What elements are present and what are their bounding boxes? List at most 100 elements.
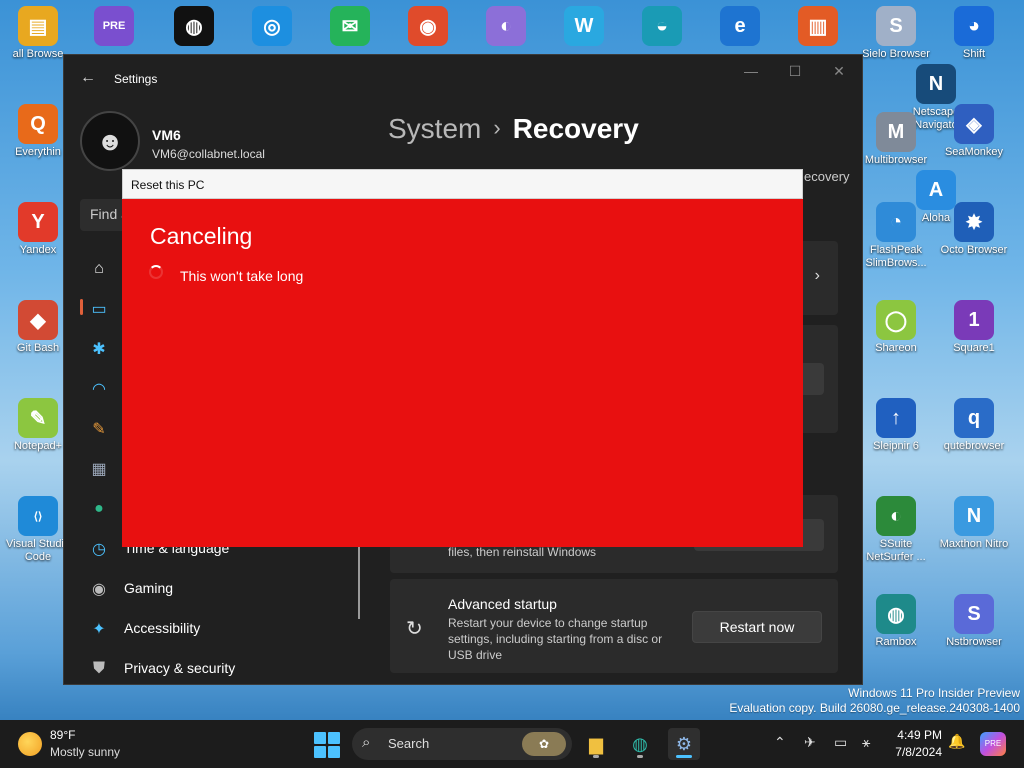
display-icon[interactable]: ▭ [834, 734, 847, 751]
sidebar-item[interactable]: ◉ Gaming [80, 570, 340, 606]
app-icon: ✉ [330, 6, 370, 46]
page-title: Recovery [512, 113, 639, 144]
app-taskbar-button[interactable]: ◍ [624, 728, 656, 760]
settings-titlebar: ← Settings — ☐ ✕ [64, 55, 862, 103]
desktop-shortcut-label: Sleipnir 6 [873, 440, 919, 452]
dialog-titlebar: Reset this PC [122, 169, 803, 199]
volume-icon[interactable]: ⚹ [862, 734, 870, 751]
windows-logo-icon [328, 746, 340, 758]
nav-icon: ▦ [91, 461, 107, 478]
breadcrumb: System › Recovery [388, 113, 639, 145]
desktop-shortcut-label: SeaMonkey [944, 146, 1004, 158]
desktop-shortcut[interactable]: ✉ [312, 6, 388, 48]
search-icon: ⌕ [362, 734, 371, 751]
app-icon: ↑ [876, 398, 916, 438]
chevron-up-icon[interactable]: ⌃ [774, 734, 786, 751]
active-indicator [676, 755, 692, 758]
sidebar-item-label: Privacy & security [124, 660, 236, 676]
window-title: Settings [114, 72, 158, 86]
desktop-shortcut-label: qutebrowser [943, 440, 1005, 452]
advanced-startup-description: Restart your device to change startup se… [448, 616, 663, 662]
desktop-shortcut[interactable]: q qutebrowser [936, 398, 1012, 453]
desktop-shortcut[interactable]: ◉ [390, 6, 466, 48]
desktop-shortcut[interactable]: ↑ Sleipnir 6 [858, 398, 934, 453]
windows-logo-icon [314, 732, 326, 744]
reset-pc-dialog: Reset this PC Canceling This won't take … [122, 169, 803, 547]
desktop-shortcut[interactable]: ◐ SSuite NetSurfer ... [858, 496, 934, 564]
desktop-shortcut[interactable]: M Multibrowser [858, 112, 934, 167]
nav-icon: ● [94, 500, 104, 517]
notification-bell-icon[interactable]: 🔔 [948, 733, 965, 750]
evaluation-watermark: Windows 11 Pro Insider Preview Evaluatio… [729, 686, 1020, 716]
start-button[interactable] [314, 732, 340, 758]
desktop-shortcut[interactable]: ◕ Shift [936, 6, 1012, 61]
clock-date[interactable]: 7/8/2024 [890, 745, 942, 759]
taskbar-search[interactable]: ⌕ Search ✿ [352, 728, 572, 760]
sidebar-scrollbar[interactable] [358, 535, 360, 619]
breadcrumb-system[interactable]: System [388, 113, 481, 144]
app-icon: ◐ [486, 6, 526, 46]
maximize-button[interactable]: ☐ [780, 63, 810, 80]
close-button[interactable]: ✕ [824, 63, 854, 80]
desktop-shortcut[interactable]: ◍ Rambox [858, 594, 934, 649]
desktop-shortcut[interactable]: PRE [76, 6, 152, 48]
reset-description: files, then reinstall Windows [448, 545, 597, 559]
desktop-shortcut-label: Shift [962, 48, 985, 60]
app-icon: M [876, 112, 916, 152]
nav-icon: ⌂ [94, 260, 104, 277]
clock-time[interactable]: 4:49 PM [896, 728, 942, 742]
file-explorer-taskbar-button[interactable]: ▆ [580, 728, 612, 760]
desktop-shortcut[interactable]: W [546, 6, 622, 48]
sidebar-item[interactable]: ⛊ Privacy & security [80, 650, 340, 684]
app-icon: ◔ [876, 202, 916, 242]
sidebar-item-label: Accessibility [124, 620, 201, 636]
weather-description: Mostly sunny [50, 745, 121, 759]
app-icon: e [720, 6, 760, 46]
desktop-shortcut[interactable]: ◈ SeaMonkey [936, 104, 1012, 159]
nav-icon: ⛊ [92, 660, 105, 677]
desktop-shortcut-label: Multibrowser [864, 154, 928, 166]
back-arrow-icon[interactable]: ← [80, 69, 96, 87]
desktop-shortcut[interactable]: S Nstbrowser [936, 594, 1012, 649]
network-icon[interactable]: ✈ [804, 734, 816, 751]
restart-icon: ↻ [406, 618, 423, 640]
desktop-shortcut[interactable]: ▥ [780, 6, 856, 48]
desktop-shortcut[interactable]: S Sielo Browser [858, 6, 934, 61]
loading-spinner-icon [149, 265, 163, 279]
desktop-shortcut[interactable]: N Maxthon Nitro [936, 496, 1012, 551]
app-icon: N [954, 496, 994, 536]
avatar: ☻ [80, 111, 140, 171]
desktop-shortcut-label: Shareon [875, 342, 917, 354]
windows-logo-icon [314, 746, 326, 758]
desktop-shortcut[interactable]: ◯ Shareon [858, 300, 934, 355]
desktop-shortcut[interactable]: ▤ all Browse [0, 6, 76, 61]
desktop-shortcut[interactable]: ◍ [156, 6, 232, 48]
desktop-shortcut[interactable]: ◐ [468, 6, 544, 48]
app-icon: S [876, 6, 916, 46]
app-icon: ✎ [18, 398, 58, 438]
app-icon: ▤ [18, 6, 58, 46]
desktop-shortcut[interactable]: ◒ [624, 6, 700, 48]
desktop-shortcut-label: Octo Browser [940, 244, 1008, 256]
desktop-shortcut[interactable]: e [702, 6, 778, 48]
app-icon: W [564, 6, 604, 46]
desktop-shortcut[interactable]: ✸ Octo Browser [936, 202, 1012, 257]
restart-now-button[interactable]: Restart now [692, 611, 822, 643]
app-icon: ◯ [876, 300, 916, 340]
settings-taskbar-button[interactable]: ⚙ [668, 728, 700, 760]
minimize-button[interactable]: — [736, 63, 766, 79]
search-highlight-icon: ✿ [522, 732, 566, 756]
desktop-shortcut[interactable]: ◎ [234, 6, 310, 48]
desktop-shortcut[interactable]: ◔ FlashPeak SlimBrows... [858, 202, 934, 270]
desktop-shortcut-label: Rambox [875, 636, 917, 648]
dialog-message: This won't take long [180, 268, 304, 284]
app-icon: ◍ [876, 594, 916, 634]
copilot-icon[interactable]: PRE [980, 732, 1006, 756]
gear-icon: ⚙ [675, 733, 693, 754]
sidebar-item[interactable]: ✦ Accessibility [80, 610, 340, 646]
advanced-startup-title: Advanced startup [448, 596, 557, 612]
weather-temperature: 89°F [50, 728, 76, 742]
user-name: VM6 [152, 127, 181, 143]
app-icon: ◉ [408, 6, 448, 46]
desktop-shortcut[interactable]: 1 Square1 [936, 300, 1012, 355]
